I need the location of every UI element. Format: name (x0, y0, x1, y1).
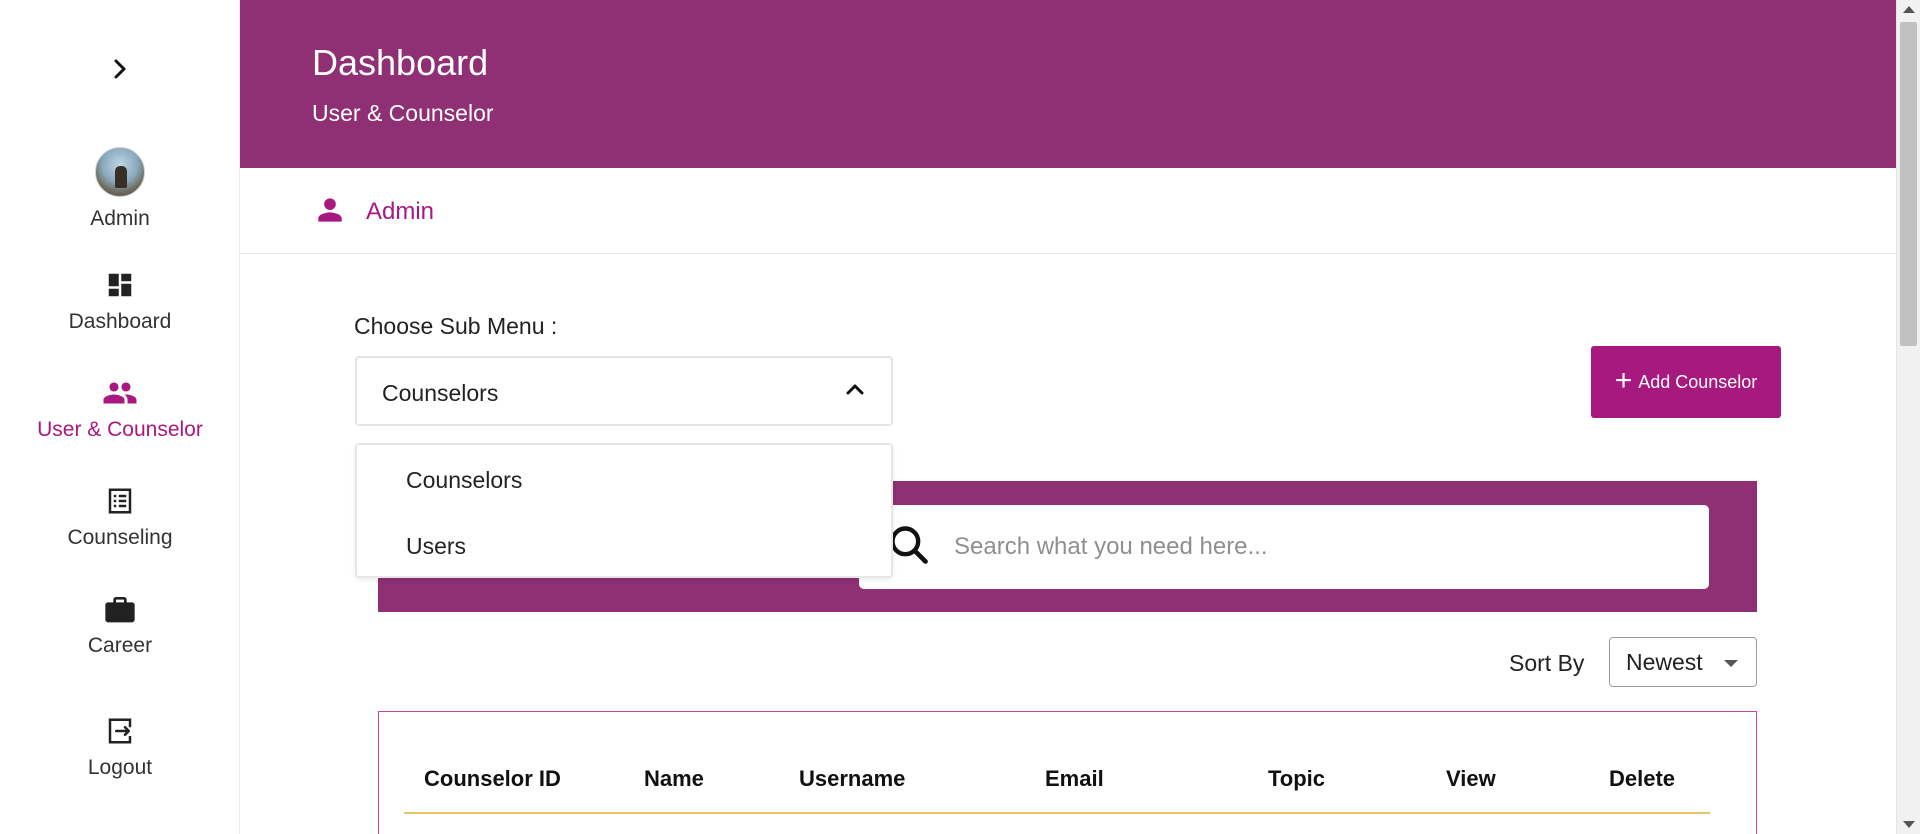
column-header-view: View (1446, 766, 1496, 791)
scroll-down-arrow-icon[interactable] (1903, 821, 1915, 828)
search-icon[interactable] (887, 523, 931, 567)
table-header-row: Counselor ID Name Username Email Topic V… (404, 764, 1710, 814)
briefcase-icon (105, 597, 135, 623)
sort-select[interactable]: Newest (1609, 637, 1757, 687)
sidebar-item-label: Dashboard (68, 310, 172, 333)
submenu-select[interactable]: Counselors (355, 356, 893, 426)
column-header-delete: Delete (1609, 766, 1676, 791)
sidebar-item-label: Admin (90, 207, 150, 230)
scrollbar-thumb[interactable] (1900, 22, 1917, 346)
sort-selected-value: Newest (1626, 649, 1703, 675)
submenu-selected-value: Counselors (382, 380, 499, 406)
sort-label: Sort By (1509, 650, 1585, 676)
sidebar-item-label: User & Counselor (37, 418, 203, 441)
admin-bar: Admin (240, 168, 1896, 254)
sidebar-item-counseling[interactable]: Counseling (0, 486, 240, 550)
submenu-dropdown: Counselors Users (355, 443, 893, 578)
avatar (95, 147, 145, 197)
sidebar-item-label: Counseling (67, 526, 173, 549)
list-alt-icon (108, 488, 132, 514)
column-header-username: Username (799, 766, 906, 791)
chevron-right-icon (114, 59, 126, 79)
counselor-table: Counselor ID Name Username Email Topic V… (378, 711, 1757, 834)
sidebar-expand-button[interactable] (105, 54, 135, 84)
column-header-topic: Topic (1268, 766, 1326, 791)
chevron-up-icon (846, 384, 864, 395)
add-counselor-label: Add Counselor (1638, 371, 1758, 392)
sidebar-item-admin[interactable]: Admin (0, 147, 240, 231)
page-title: Dashboard (312, 42, 489, 83)
search-box (859, 505, 1709, 589)
sidebar-item-dashboard[interactable]: Dashboard (0, 270, 240, 334)
plus-icon: + (1614, 363, 1633, 397)
search-input[interactable] (954, 525, 1654, 569)
sidebar-item-label: Career (87, 634, 153, 657)
scroll-up-arrow-icon[interactable] (1903, 6, 1915, 13)
submenu-label: Choose Sub Menu : (354, 313, 558, 339)
sidebar-item-user-counselor[interactable]: User & Counselor (0, 378, 240, 442)
sidebar-item-logout[interactable]: Logout (0, 716, 240, 780)
submenu-option-counselors[interactable]: Counselors (406, 467, 522, 494)
column-header-email: Email (1045, 766, 1104, 791)
sidebar-item-career[interactable]: Career (0, 594, 240, 658)
submenu-option-users[interactable]: Users (406, 533, 466, 560)
column-header-name: Name (644, 766, 704, 791)
page-header: Dashboard User & Counselor (240, 0, 1896, 168)
page-subtitle: User & Counselor (312, 100, 494, 126)
sidebar: Admin Dashboard User & Counselor Counsel… (0, 0, 240, 834)
page-scrollbar[interactable] (1896, 0, 1920, 834)
people-icon (103, 382, 137, 404)
caret-down-icon (1724, 660, 1738, 667)
add-counselor-button[interactable]: + Add Counselor (1591, 346, 1781, 418)
sidebar-item-label: Logout (87, 756, 153, 779)
person-icon (318, 198, 342, 222)
dashboard-icon (108, 273, 132, 297)
logout-icon (108, 718, 132, 744)
admin-label[interactable]: Admin (366, 198, 434, 226)
column-header-counselor-id: Counselor ID (424, 766, 561, 791)
